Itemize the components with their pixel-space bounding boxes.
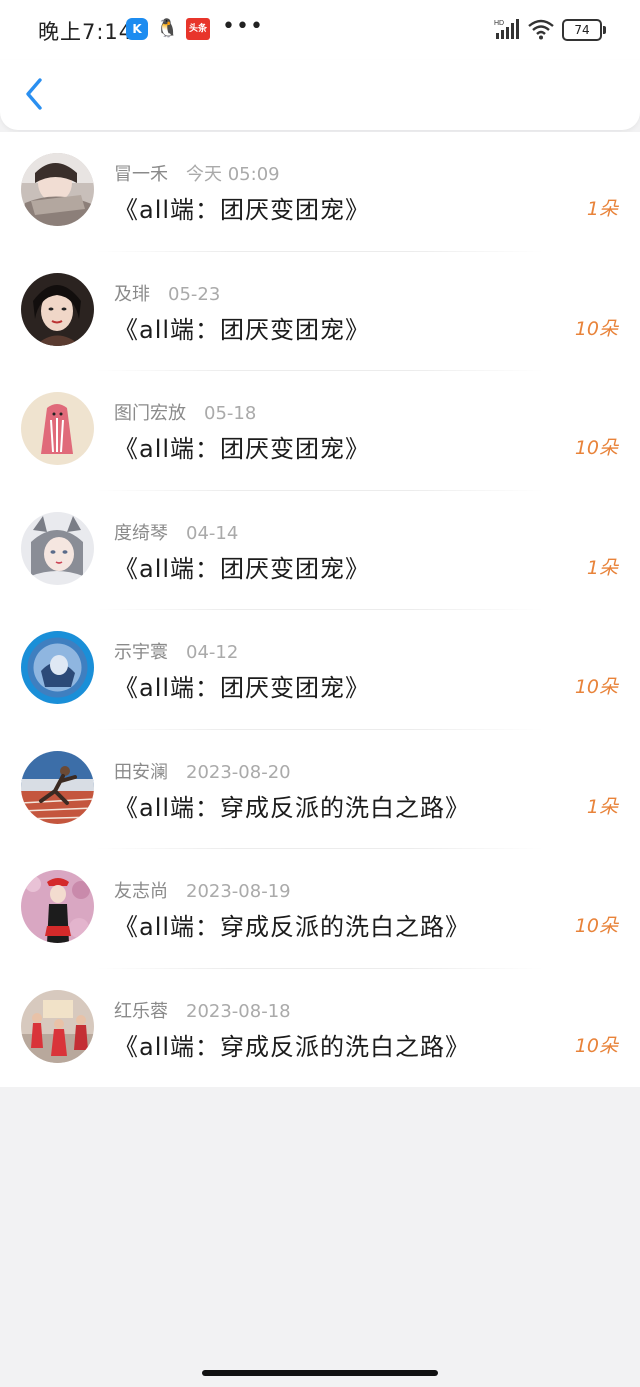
gift-count: 10朵 [574, 1034, 618, 1057]
more-notifications-icon: ••• [222, 14, 264, 39]
sender-line: 度绮琴 04-14 [114, 519, 238, 545]
list-item[interactable]: 田安澜 2023-08-20 《all端：穿成反派的洗白之路》 1朵 [0, 730, 640, 849]
send-date: 今天 05:09 [186, 164, 280, 185]
sender-name: 田安澜 [114, 761, 168, 783]
avatar[interactable] [21, 153, 94, 226]
book-title[interactable]: 《all端：穿成反派的洗白之路》 [114, 788, 470, 823]
network-type-label: HD [494, 20, 504, 27]
send-date: 05-23 [168, 283, 221, 305]
signal-icon: HD [494, 19, 519, 39]
list-item[interactable]: 冒一禾 今天 05:09 《all端：团厌变团宠》 1朵 [0, 132, 640, 252]
book-title[interactable]: 《all端：团厌变团宠》 [114, 549, 370, 584]
send-date: 04-14 [186, 522, 239, 544]
avatar[interactable] [21, 631, 94, 704]
book-title[interactable]: 《all端：穿成反派的洗白之路》 [114, 907, 470, 942]
sender-line: 示宇寰 04-12 [114, 638, 238, 664]
top-nav-bar [0, 60, 640, 130]
reward-list: 冒一禾 今天 05:09 《all端：团厌变团宠》 1朵 及琲 05-23 《all… [0, 132, 640, 1087]
gift-count: 1朵 [586, 556, 618, 579]
sender-name: 示宇寰 [114, 642, 168, 663]
avatar[interactable] [21, 272, 94, 346]
svg-text:·: · [27, 397, 30, 406]
sender-line: 图门宏放 05-18 [114, 399, 256, 425]
home-indicator[interactable] [202, 1370, 438, 1376]
status-time: 晚上7:14 [38, 20, 134, 44]
gift-count: 1朵 [586, 198, 618, 220]
sender-line: 田安澜 2023-08-20 [114, 758, 291, 784]
qq-icon: 🐧 [156, 18, 179, 39]
back-button[interactable] [18, 74, 54, 114]
send-date: 04-12 [186, 642, 239, 663]
sender-name: 友志尚 [114, 881, 168, 902]
send-date: 2023-08-18 [186, 1000, 291, 1022]
sender-line: 红乐蓉 2023-08-18 [114, 997, 291, 1023]
avatar[interactable] [21, 511, 94, 585]
list-item[interactable]: 及琲 05-23 《all端：团厌变团宠》 10朵 [0, 252, 640, 371]
sender-name: 及琲 [114, 283, 150, 305]
sender-name: 图门宏放 [114, 403, 186, 424]
sender-name: 红乐蓉 [114, 1000, 168, 1022]
gift-count: 10朵 [574, 915, 618, 937]
book-title[interactable]: 《all端：团厌变团宠》 [114, 668, 370, 703]
list-item[interactable]: 友志尚 2023-08-19 《all端：穿成反派的洗白之路》 10朵 [0, 849, 640, 969]
book-title[interactable]: 《all端：穿成反派的洗白之路》 [114, 1027, 470, 1062]
gift-count: 10朵 [574, 676, 618, 698]
chevron-left-icon [26, 78, 42, 110]
sender-name: 度绮琴 [114, 522, 168, 544]
sender-name: 冒一禾 [114, 164, 168, 185]
book-title[interactable]: 《all端：团厌变团宠》 [114, 190, 370, 225]
list-item[interactable]: 示宇寰 04-12 《all端：团厌变团宠》 10朵 [0, 610, 640, 730]
avatar[interactable] [21, 989, 94, 1063]
send-date: 2023-08-19 [186, 881, 291, 902]
avatar[interactable]: · [21, 392, 94, 465]
send-date: 05-18 [204, 403, 257, 424]
list-item[interactable]: 度绮琴 04-14 《all端：团厌变团宠》 1朵 [0, 491, 640, 610]
wifi-icon [528, 19, 554, 40]
book-title[interactable]: 《all端：团厌变团宠》 [114, 429, 370, 464]
send-date: 2023-08-20 [186, 761, 291, 783]
battery-icon: 74 [562, 19, 606, 41]
list-item[interactable]: · 图门宏放 05-18 《all端：团厌变团宠》 10朵 [0, 371, 640, 491]
avatar[interactable] [21, 870, 94, 943]
sender-line: 友志尚 2023-08-19 [114, 877, 291, 903]
kugou-icon: K [126, 18, 148, 40]
gift-count: 1朵 [586, 795, 618, 818]
status-bar: 晚上7:14 K 🐧 头条 ••• HD 74 [0, 0, 640, 60]
avatar[interactable] [21, 750, 94, 824]
book-title[interactable]: 《all端：团厌变团宠》 [114, 310, 370, 345]
sender-line: 冒一禾 今天 05:09 [114, 160, 280, 186]
toutiao-icon: 头条 [186, 18, 210, 40]
sender-line: 及琲 05-23 [114, 280, 220, 306]
gift-count: 10朵 [574, 437, 618, 459]
list-item[interactable]: 红乐蓉 2023-08-18 《all端：穿成反派的洗白之路》 10朵 [0, 969, 640, 1089]
gift-count: 10朵 [574, 317, 618, 340]
